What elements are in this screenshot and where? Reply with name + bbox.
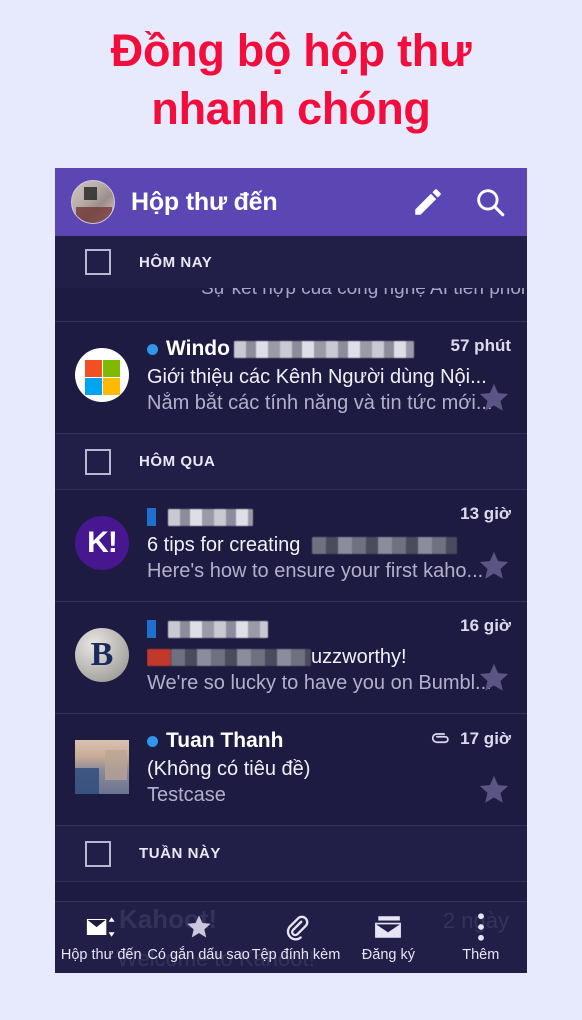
message-subject: uzzworthy! [147,646,505,669]
redacted-subject-start [147,649,171,667]
star-icon[interactable] [477,549,511,583]
section-label: TUẦN NÀY [139,845,221,862]
nav-item-more[interactable]: Thêm [435,902,527,973]
nav-label: Có gắn dấu sao [147,947,250,963]
message-preview: Nắm bắt các tính năng và tin tức mới... [147,392,493,414]
kahoot-logo-text: K! [87,526,118,559]
paperclip-icon [432,733,449,744]
list-item[interactable]: Windo Giới thiệu các Kênh Người dùng Nội… [55,322,527,434]
message-preview: Testcase [147,784,226,806]
message-subject: (Không có tiêu đề) [147,758,311,780]
list-item[interactable]: Tuan Thanh (Không có tiêu đề) Testcase 1… [55,714,527,826]
message-time: 13 giờ [460,504,511,523]
page-title: Đồng bộ hộp thư nhanh chóng [0,22,582,137]
list-item[interactable]: B uzzworthy! We're so lucky to have you … [55,602,527,714]
redacted-subject [171,649,311,667]
redacted-subject [311,537,457,555]
message-time: 16 giờ [460,616,511,635]
section-checkbox[interactable] [85,840,111,867]
headline-line-2: nhanh chóng [151,82,431,134]
redacted-sender [168,620,268,638]
app-bar: Hộp thư đến [55,168,527,236]
section-header-today[interactable]: HÔM NAY [55,236,527,288]
app-screenshot: Hộp thư đến HÔM NAY Sự kết hợp của công … [55,168,527,973]
star-icon[interactable] [477,661,511,695]
scrolled-message-preview[interactable]: Sự kết hợp của công nghệ AI tiên phong .… [55,288,527,322]
section-label: HÔM NAY [139,253,213,271]
inbox-envelope-icon [86,912,116,942]
bottom-navigation: Kahoot! Welcome to Kahoot! 2 ngày Hộp th… [55,901,527,973]
nav-item-subscriptions[interactable]: Đăng ký [342,902,434,973]
nav-label: Thêm [462,947,500,963]
nav-label: Hộp thư đến [60,947,142,963]
unread-marker [147,508,156,526]
list-item[interactable]: K! 6 tips for creating Here's how to ens… [55,490,527,602]
message-subject-text: uzzworthy! [311,646,407,668]
message-meta: 57 phút [451,336,511,356]
sender-name: Windo [166,337,230,360]
message-meta: 16 giờ [460,616,511,636]
sender-name: Tuan Thanh [166,729,284,752]
nav-item-attachments[interactable]: Tệp đính kèm [250,902,342,973]
message-meta: 17 giờ [430,728,511,750]
star-icon [185,912,213,942]
section-label: HÔM QUA [139,453,216,470]
message-time: 57 phút [450,336,511,355]
nav-item-inbox[interactable]: Hộp thư đến [55,902,147,973]
pencil-icon[interactable] [411,185,445,219]
redacted-sender [168,508,253,526]
bumble-logo-text: B [90,636,114,673]
message-subject: 6 tips for creating [147,534,505,557]
screenshot-root: Đồng bộ hộp thư nhanh chóng Hộp thư đến … [0,0,582,1020]
search-icon[interactable] [473,185,507,219]
headline-line-1: Đồng bộ hộp thư [110,25,472,76]
unread-dot [147,343,158,355]
message-preview: We're so lucky to have you on Bumbl... [147,672,492,694]
message-subject-text: 6 tips for creating [147,534,301,556]
message-time: 17 giờ [460,729,511,748]
star-icon[interactable] [477,381,511,415]
message-subject: Giới thiệu các Kênh Người dùng Nội... [147,366,487,388]
section-header-yesterday[interactable]: HÔM QUA [55,434,527,490]
kahoot-logo: K! [75,516,129,570]
paperclip-icon [282,912,310,942]
nav-label: Đăng ký [361,947,415,963]
section-header-this-week[interactable]: TUẦN NÀY [55,826,527,882]
star-icon[interactable] [477,773,511,807]
message-preview: Here's how to ensure your first kaho... [147,560,484,582]
unread-marker [147,620,156,638]
nav-label: Tệp đính kèm [251,947,341,963]
unread-dot [147,735,158,747]
bumble-logo: B [75,628,129,682]
redacted-sender [233,340,414,358]
section-checkbox[interactable] [85,249,111,275]
section-checkbox[interactable] [85,448,111,475]
microsoft-logo [75,348,129,402]
avatar[interactable] [71,180,115,224]
app-bar-title: Hộp thư đến [131,187,278,216]
nav-item-starred[interactable]: Có gắn dấu sao [147,902,250,973]
more-dots-icon [477,912,485,942]
scrolled-preview-text: Sự kết hợp của công nghệ AI tiên phong .… [201,288,527,299]
subscriptions-icon [374,912,402,942]
contact-photo [75,740,129,794]
message-meta: 13 giờ [460,504,511,524]
